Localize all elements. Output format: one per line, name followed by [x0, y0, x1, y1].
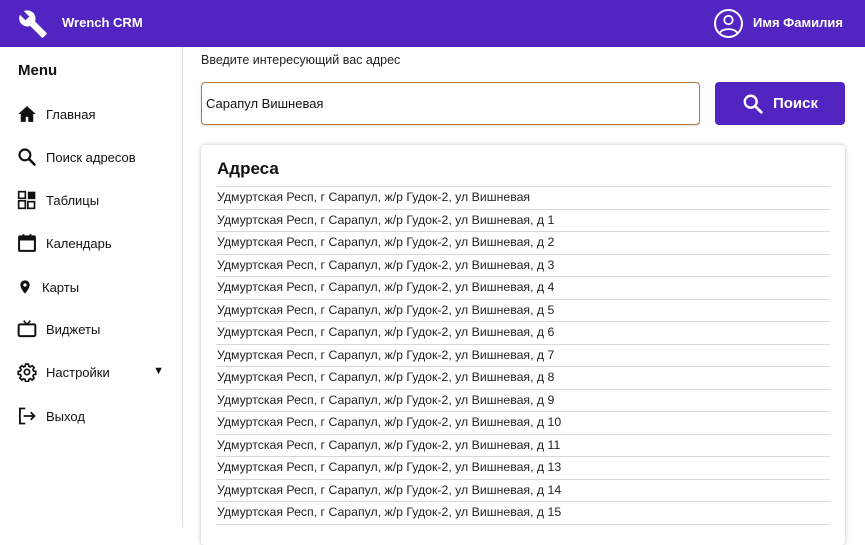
sidebar-item-settings[interactable]: Настройки ▼: [17, 359, 177, 385]
search-icon: [743, 94, 763, 114]
top-bar: Wrench CRM Имя Фамилия: [0, 0, 865, 47]
logout-icon: [19, 407, 36, 425]
app-title: Wrench CRM: [62, 15, 143, 30]
user-name[interactable]: Имя Фамилия: [753, 15, 843, 30]
tv-icon: [17, 320, 37, 338]
menu-title: Menu: [18, 62, 58, 79]
search-icon: [18, 148, 36, 166]
search-button[interactable]: Поиск: [715, 82, 845, 125]
sidebar-item-address-search[interactable]: Поиск адресов: [17, 144, 177, 170]
sidebar-item-tables[interactable]: Таблицы: [17, 187, 177, 213]
sidebar-item-label: Выход: [46, 408, 85, 424]
list-item[interactable]: Удмуртская Респ, г Сарапул, ж/р Гудок-2,…: [216, 322, 830, 345]
sidebar-item-widgets[interactable]: Виджеты: [17, 316, 177, 342]
gear-icon: [17, 363, 37, 382]
list-item[interactable]: Удмуртская Респ, г Сарапул, ж/р Гудок-2,…: [216, 367, 830, 390]
calendar-icon: [18, 234, 36, 252]
sidebar-item-label: Поиск адресов: [46, 149, 136, 165]
search-prompt: Введите интересующий вас адрес: [201, 53, 401, 67]
sidebar: Menu Главная Поиск адресов Таблицы Кален…: [0, 47, 183, 527]
list-item[interactable]: Удмуртская Респ, г Сарапул, ж/р Гудок-2,…: [216, 390, 830, 412]
list-item[interactable]: Удмуртская Респ, г Сарапул, ж/р Гудок-2,…: [216, 187, 830, 210]
list-item[interactable]: Удмуртская Респ, г Сарапул, ж/р Гудок-2,…: [216, 345, 830, 367]
results-card: Адреса Удмуртская Респ, г Сарапул, ж/р Г…: [201, 145, 845, 545]
list-item[interactable]: Удмуртская Респ, г Сарапул, ж/р Гудок-2,…: [216, 210, 830, 232]
sidebar-item-label: Виджеты: [46, 321, 101, 337]
home-icon: [18, 106, 36, 122]
list-item[interactable]: Удмуртская Респ, г Сарапул, ж/р Гудок-2,…: [216, 480, 830, 502]
tables-icon: [17, 190, 36, 210]
search-input[interactable]: [201, 82, 700, 125]
user-avatar-icon[interactable]: [714, 9, 743, 38]
list-item[interactable]: Удмуртская Респ, г Сарапул, ж/р Гудок-2,…: [216, 457, 830, 480]
sidebar-item-maps[interactable]: Карты: [17, 274, 177, 300]
sidebar-item-label: Главная: [46, 106, 96, 122]
sidebar-item-label: Настройки: [46, 364, 110, 380]
sidebar-item-home[interactable]: Главная: [17, 101, 177, 127]
list-item[interactable]: Удмуртская Респ, г Сарапул, ж/р Гудок-2,…: [216, 502, 830, 525]
sidebar-item-calendar[interactable]: Календарь: [17, 230, 177, 256]
results-list: Удмуртская Респ, г Сарапул, ж/р Гудок-2,…: [216, 186, 830, 525]
wrench-icon[interactable]: [18, 9, 48, 39]
sidebar-item-label: Карты: [42, 279, 80, 295]
list-item[interactable]: Удмуртская Респ, г Сарапул, ж/р Гудок-2,…: [216, 412, 830, 435]
list-item[interactable]: Удмуртская Респ, г Сарапул, ж/р Гудок-2,…: [216, 435, 830, 457]
list-item[interactable]: Удмуртская Респ, г Сарапул, ж/р Гудок-2,…: [216, 277, 830, 300]
search-button-label: Поиск: [772, 95, 818, 112]
sidebar-item-label: Календарь: [46, 235, 112, 251]
chevron-down-icon[interactable]: ▼: [153, 365, 164, 377]
list-item[interactable]: Удмуртская Респ, г Сарапул, ж/р Гудок-2,…: [216, 300, 830, 322]
sidebar-item-label: Таблицы: [46, 192, 100, 208]
results-title: Адреса: [217, 159, 279, 178]
map-pin-icon: [20, 280, 30, 294]
list-item[interactable]: Удмуртская Респ, г Сарапул, ж/р Гудок-2,…: [216, 255, 830, 277]
sidebar-item-logout[interactable]: Выход: [17, 403, 177, 429]
list-item[interactable]: Удмуртская Респ, г Сарапул, ж/р Гудок-2,…: [216, 232, 830, 255]
